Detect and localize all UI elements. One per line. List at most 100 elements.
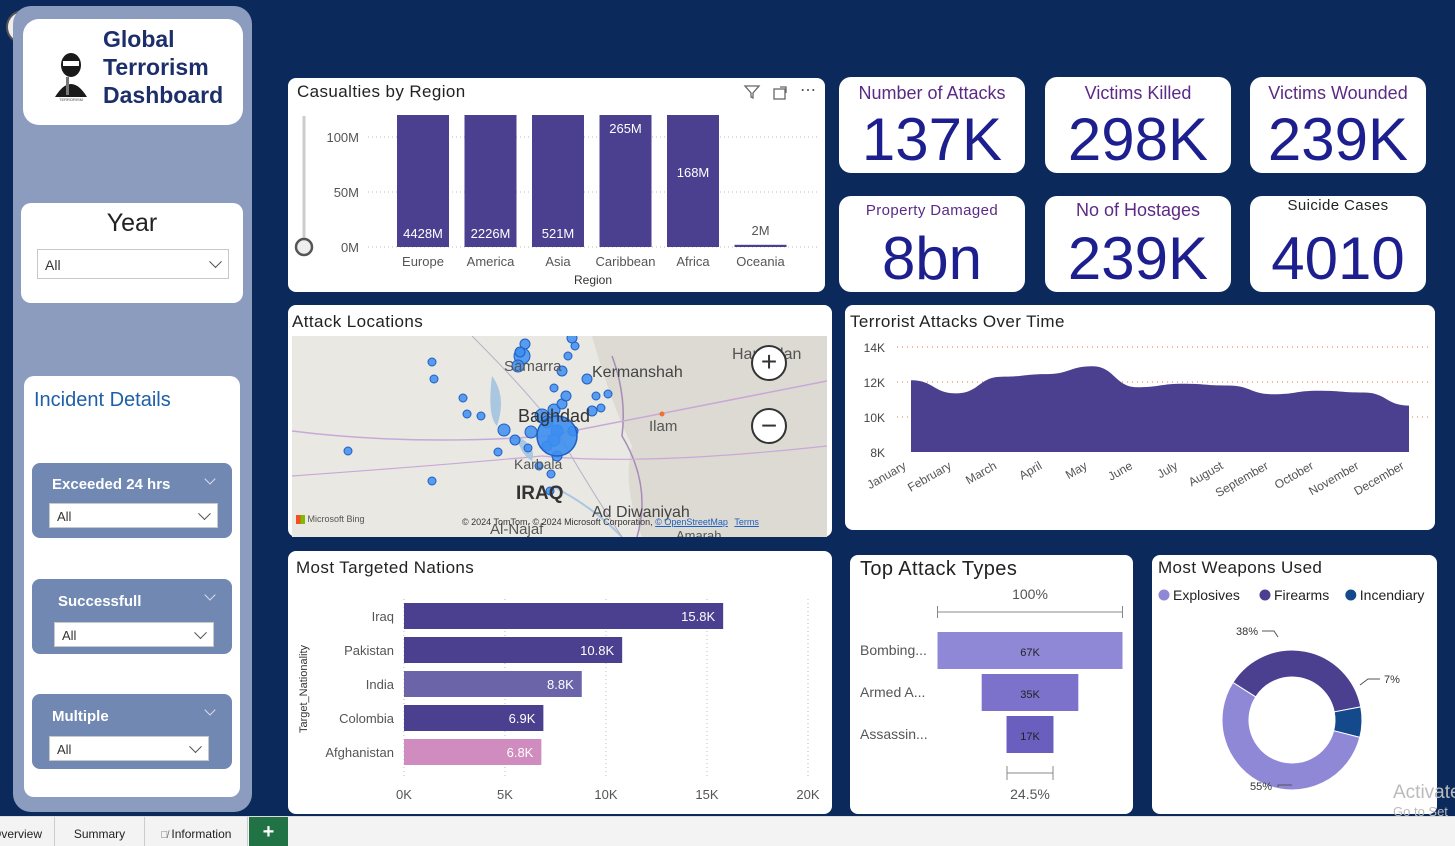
kpi-suicide-cases: Suicide Cases 4010 <box>1250 196 1426 292</box>
legend-label: Explosives <box>1173 587 1240 603</box>
dashboard-title-line1: Global <box>103 26 175 52</box>
x-tick-label: 15K <box>695 787 718 802</box>
dashboard-page: TERRORISM Global Terrorism Dashboard Yea… <box>0 0 1455 846</box>
x-tick-label: May <box>1063 458 1090 481</box>
map-point <box>596 403 606 413</box>
attacks-over-time-chart: 14K 12K 10K 8KJanuaryFebruary March April May J… <box>864 341 1429 500</box>
tab-information[interactable]: 👁̸ Information <box>145 817 248 846</box>
tab-overview-label: Overview <box>0 827 42 841</box>
y-tick-label: Iraq <box>372 609 394 624</box>
map-point <box>523 443 533 453</box>
x-tick-label: 5K <box>497 787 513 802</box>
map-label-amarah: Amarah <box>676 528 722 537</box>
top-attack-types-card[interactable]: Top Attack Types 100% 67K Bombing... 35K Arm… <box>850 555 1133 814</box>
legend-swatch <box>1158 589 1170 601</box>
exceeded-24hrs-dropdown[interactable]: All <box>49 503 218 528</box>
kpi-suicide-value: 4010 <box>1271 225 1405 292</box>
data-label: 7% <box>1384 674 1400 686</box>
chevron-down-icon <box>194 625 207 639</box>
x-tick-label: Asia <box>545 254 571 269</box>
data-label: 55% <box>1250 781 1272 793</box>
map-point <box>514 346 526 358</box>
page-tab-bar: Overview Summary 👁̸ Information + <box>0 816 1455 846</box>
x-tick-label: 0K <box>396 787 412 802</box>
kpi-suicide-label: Suicide Cases <box>1287 197 1389 214</box>
zoom-in-button[interactable]: + <box>751 345 787 381</box>
tab-information-label: Information <box>171 827 232 841</box>
weapons-donut: Explosives Firearms Incendiary 38% 7% 55% <box>1158 587 1425 793</box>
x-tick-label: America <box>467 254 515 269</box>
successful-slicer: Successfull All <box>32 579 232 654</box>
year-slicer: Year All <box>21 203 243 303</box>
kpi-wounded-value: 239K <box>1267 106 1409 173</box>
attack-locations-card[interactable]: Attack Locations Samarra Kermanshah Hama… <box>288 305 832 537</box>
chevron-down-icon[interactable] <box>204 704 216 716</box>
data-label: 6.8K <box>507 745 534 760</box>
year-slicer-label: Year <box>106 209 158 237</box>
windows-logo-icon <box>296 515 305 525</box>
data-label: 2M <box>751 223 769 238</box>
most-targeted-nations-card[interactable]: Most Targeted Nations 0K 5K 10K 15K 20K 15.8K… <box>288 551 832 814</box>
kpi-hostages-label: No of Hostages <box>1075 200 1201 220</box>
x-tick-label: 20K <box>796 787 819 802</box>
tab-summary[interactable]: Summary <box>55 817 145 846</box>
chevron-down-icon <box>209 255 222 269</box>
year-dropdown-value: All <box>45 257 61 273</box>
hidden-page-icon: 👁̸ <box>160 830 169 841</box>
category-label: Armed A... <box>860 684 925 700</box>
map-point <box>509 434 521 446</box>
map-canvas[interactable]: Samarra Kermanshah Hamadan Baghdad Ilam … <box>292 336 827 537</box>
data-label: 2226M <box>471 226 511 241</box>
add-page-button[interactable]: + <box>249 817 288 846</box>
tab-overview[interactable]: Overview <box>0 817 55 846</box>
x-tick-label: Africa <box>676 254 710 269</box>
successful-dropdown[interactable]: All <box>54 622 214 647</box>
multiple-slicer: Multiple All <box>32 694 232 769</box>
y-tick-label: India <box>366 677 395 692</box>
multiple-dropdown[interactable]: All <box>49 736 209 761</box>
zoom-out-button[interactable]: − <box>751 408 787 444</box>
y-tick-label: 14K <box>864 341 885 355</box>
kpi-number-of-attacks: Number of Attacks 137K <box>839 77 1025 173</box>
map-point <box>493 447 503 457</box>
y-tick-label: 0M <box>341 240 359 255</box>
kpi-hostages-value: 239K <box>1067 225 1209 292</box>
kpi-property-damaged: Property Damaged 8bn <box>839 196 1025 292</box>
legend-swatch <box>1345 589 1357 601</box>
map-point <box>563 351 573 361</box>
casualties-chart: 100M 50M 0M 4428M Europe 2226M America 521M Asia… <box>326 115 818 287</box>
successful-value: All <box>62 628 77 643</box>
year-dropdown[interactable]: All <box>37 249 229 279</box>
map-label-iraq: IRAQ <box>516 483 564 504</box>
funnel-bottom-percent: 24.5% <box>1010 786 1050 802</box>
legend-label: Firearms <box>1274 587 1329 603</box>
map-point <box>570 341 580 351</box>
data-label: 168M <box>677 165 710 180</box>
x-tick-label: 10K <box>594 787 617 802</box>
map-point <box>427 476 437 486</box>
bar-africa <box>667 115 719 247</box>
bar-iraq <box>404 603 724 629</box>
kpi-victims-wounded: Victims Wounded 239K <box>1250 77 1426 173</box>
map-label-baghdad: Baghdad <box>518 406 591 426</box>
chevron-down-icon[interactable] <box>204 589 216 601</box>
attacks-over-time-card[interactable]: Terrorist Attacks Over Time 14K 12K 10K 8K J… <box>845 305 1435 530</box>
kpi-killed-value: 298K <box>1067 106 1209 173</box>
incident-details-title: Incident Details <box>34 389 171 411</box>
most-weapons-used-card[interactable]: Most Weapons Used Explosives Firearms Ince… <box>1152 555 1437 814</box>
chevron-down-icon[interactable] <box>204 473 216 485</box>
x-tick-label: March <box>963 458 999 487</box>
x-tick-label: June <box>1105 458 1135 483</box>
svg-text:TERRORISM: TERRORISM <box>59 97 83 101</box>
map-point <box>427 357 437 367</box>
terms-link[interactable]: Terms <box>734 517 759 527</box>
data-label: 8.8K <box>547 677 574 692</box>
y-tick-label: 12K <box>864 376 885 390</box>
legend-label: Incendiary <box>1360 587 1425 603</box>
multiple-value: All <box>57 742 72 757</box>
logo-card: TERRORISM Global Terrorism Dashboard <box>23 19 243 125</box>
map-point <box>581 373 593 385</box>
casualties-by-region-card[interactable]: Casualties by Region ⋯ 100M 50M 0M 4428M Eur… <box>288 78 825 292</box>
osm-link[interactable]: © OpenStreetMap <box>655 517 728 527</box>
activate-watermark: Activate Go to Set <box>1393 782 1455 819</box>
